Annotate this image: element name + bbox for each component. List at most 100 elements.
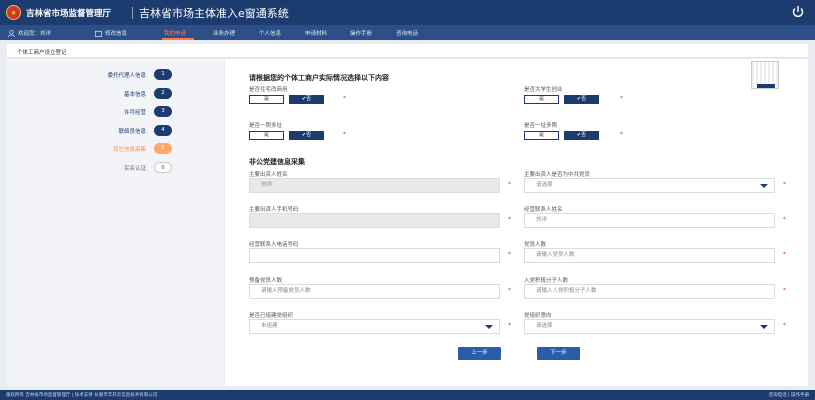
required-mark: *	[783, 322, 786, 329]
probation-label: 预备党员人数	[249, 278, 283, 284]
required-mark: *	[508, 322, 511, 329]
step-label: 联络员信息	[118, 129, 146, 135]
q-multi-address-toggle: 是 ✔否	[249, 131, 324, 140]
next-step-button[interactable]: 下一步	[537, 347, 580, 360]
nav-manual[interactable]: 操作手册	[350, 29, 372, 37]
q-multi-license-label: 是否一址多照	[524, 123, 558, 129]
nav-hotline[interactable]: 咨询电话	[396, 29, 418, 37]
yes-option[interactable]: 是	[249, 131, 284, 140]
yes-option[interactable]: 是	[524, 95, 559, 104]
q-student-toggle: 是 ✔否	[524, 95, 599, 104]
select-value: 未组建	[261, 323, 278, 329]
org-built-label: 是否已组建党组织	[249, 313, 294, 319]
nav-business[interactable]: 业务办理	[213, 29, 235, 37]
system-title: 吉林省市场主体准入e窗通系统	[139, 7, 289, 20]
select-placeholder: 请选择	[536, 323, 553, 329]
required-mark: *	[783, 216, 786, 223]
nav-active-indicator	[162, 38, 194, 40]
step-label: 实名认证	[123, 166, 146, 172]
welcome-user: 欢迎您：刘洋	[8, 29, 51, 37]
step-number: 6	[154, 162, 172, 173]
willing-select[interactable]: 请选择	[524, 319, 775, 334]
step-number: 5	[154, 143, 172, 154]
willing-label: 党组织意向	[524, 313, 552, 319]
required-mark: *	[343, 131, 346, 138]
breadcrumb-bar: 个体工商户设立登记	[7, 44, 808, 58]
nav-personal-info[interactable]: 个人信息	[259, 29, 281, 37]
step-number: 2	[154, 88, 172, 99]
required-mark: *	[620, 131, 623, 138]
liaison-name-input[interactable]: 刘洋	[524, 213, 775, 228]
nav-edit-info[interactable]: 修改信息	[95, 29, 127, 37]
step-label: 委托代理人信息	[107, 73, 146, 79]
step-3[interactable]: 许可经营 3	[7, 105, 224, 121]
power-icon[interactable]	[791, 5, 805, 19]
org-built-select[interactable]: 未组建	[249, 319, 500, 334]
q-multi-address-label: 是否一照多址	[249, 123, 283, 129]
step-6[interactable]: 实名认证 6	[7, 161, 224, 177]
investor-phone-field	[249, 213, 500, 228]
step-label: 许可经营	[123, 110, 146, 116]
situation-title: 请根据您的个体工商户实际情况选择以下内容	[249, 74, 389, 82]
edit-icon	[95, 30, 102, 37]
required-mark: *	[508, 251, 511, 258]
required-mark: *	[783, 287, 786, 294]
chevron-down-icon	[760, 184, 768, 188]
required-mark: *	[508, 181, 511, 188]
activists-label: 入党积极分子人数	[524, 278, 569, 284]
investor-name-label: 主要出资人姓名	[249, 172, 288, 178]
party-members-label: 党员人数	[524, 242, 547, 248]
liaison-phone-input[interactable]	[249, 248, 500, 263]
step-label: 基本信息	[123, 92, 146, 98]
select-placeholder: 请选择	[536, 182, 553, 188]
q-residential-toggle: 是 ✔否	[249, 95, 324, 104]
step-label: 其它信息采集	[112, 147, 146, 153]
required-mark: *	[783, 251, 786, 258]
party-members-input[interactable]: 请输入党员人数	[524, 248, 775, 263]
breadcrumb: 个体工商户设立登记	[17, 50, 67, 56]
footer: 版权所有 吉林省市场监督管理厅 | 技术支持 长春市丰开云信息技术有限公司 咨询…	[0, 390, 815, 400]
step-5[interactable]: 其它信息采集 5	[7, 142, 224, 158]
no-option[interactable]: ✔否	[564, 95, 599, 104]
chevron-down-icon	[485, 325, 493, 329]
required-mark: *	[343, 95, 346, 102]
yes-option[interactable]: 是	[524, 131, 559, 140]
required-mark: *	[620, 95, 623, 102]
no-option[interactable]: ✔否	[289, 95, 324, 104]
liaison-phone-label: 经营联系人电话号码	[249, 242, 299, 248]
required-mark: *	[508, 216, 511, 223]
footer-links[interactable]: 咨询电话 | 操作手册	[769, 392, 809, 398]
prev-step-button[interactable]: 上一步	[458, 347, 501, 360]
q-student-label: 是否大学生创业	[524, 87, 563, 93]
no-option[interactable]: ✔否	[564, 131, 599, 140]
nav-my-applications[interactable]: 我的申请	[164, 29, 186, 37]
investor-party-select[interactable]: 请选择	[524, 178, 775, 193]
step-2[interactable]: 基本信息 2	[7, 87, 224, 103]
q-multi-license-toggle: 是 ✔否	[524, 131, 599, 140]
emblem-icon: ★	[6, 5, 21, 20]
step-number: 4	[154, 125, 172, 136]
probation-input[interactable]: 请输入预备党员人数	[249, 284, 500, 299]
investor-name-field: 刘洋	[249, 178, 500, 193]
liaison-name-label: 经营联系人姓名	[524, 207, 563, 213]
org-name: 吉林省市场监督管理厅	[26, 9, 112, 19]
yes-option[interactable]: 是	[249, 95, 284, 104]
required-mark: *	[508, 287, 511, 294]
required-mark: *	[783, 181, 786, 188]
step-4[interactable]: 联络员信息 4	[7, 124, 224, 140]
investor-phone-label: 主要出资人手机号码	[249, 207, 299, 213]
copyright-text: 版权所有 吉林省市场监督管理厅 | 技术支持 长春市丰开云信息技术有限公司	[6, 393, 158, 398]
investor-party-label: 主要出资人是否为中共党员	[524, 172, 591, 178]
qr-code-caption-bar	[757, 84, 775, 88]
main-nav: 欢迎您：刘洋 修改信息 我的申请 业务办理 个人信息 申请材料 操作手册 咨询电…	[0, 25, 815, 40]
step-number: 3	[154, 106, 172, 117]
no-option[interactable]: ✔否	[289, 131, 324, 140]
step-1[interactable]: 委托代理人信息 1	[7, 68, 224, 84]
party-section-title: 非公党建信息采集	[249, 158, 305, 166]
step-sidebar: 委托代理人信息 1 基本信息 2 许可经营 3 联络员信息 4 其它信息采集 5…	[7, 59, 224, 386]
nav-materials[interactable]: 申请材料	[305, 29, 327, 37]
welcome-text: 欢迎您：刘洋	[18, 31, 52, 37]
activists-input[interactable]: 请输入入党积极分子人数	[524, 284, 775, 299]
top-header: ★ 吉林省市场监督管理厅 吉林省市场主体准入e窗通系统	[0, 0, 815, 25]
chevron-down-icon	[760, 325, 768, 329]
